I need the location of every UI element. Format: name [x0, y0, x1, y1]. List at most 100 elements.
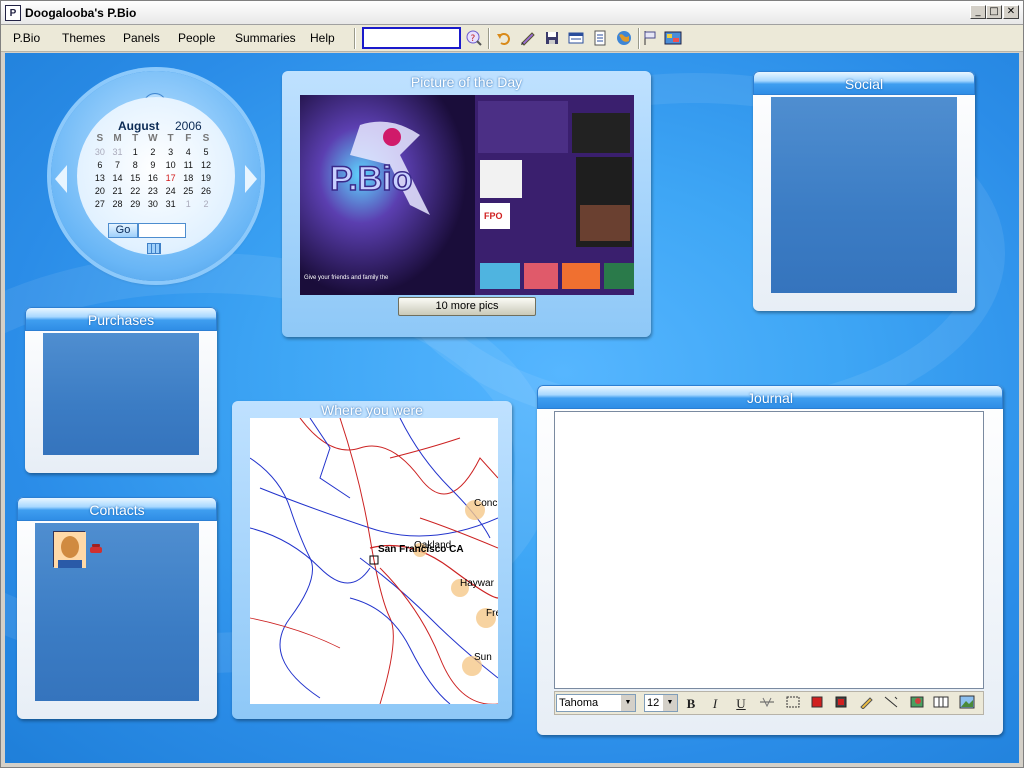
- calendar-go-button[interactable]: Go: [108, 223, 138, 238]
- panel-header[interactable]: Purchases: [25, 307, 217, 331]
- search-help-icon[interactable]: ?: [465, 29, 483, 47]
- globe-icon[interactable]: [615, 29, 633, 47]
- calendar-day[interactable]: 22: [126, 185, 144, 198]
- calendar-day[interactable]: 15: [126, 172, 144, 185]
- minimize-button[interactable]: _: [970, 5, 986, 19]
- layout-icon[interactable]: [567, 29, 585, 47]
- calendar-day[interactable]: 20: [91, 185, 109, 198]
- calendar-weekday: F: [185, 133, 192, 144]
- insert-picture-icon[interactable]: [907, 695, 927, 713]
- calendar-day[interactable]: 18: [179, 172, 197, 185]
- menu-people[interactable]: People: [178, 31, 215, 45]
- calendar-day[interactable]: 1: [179, 198, 197, 211]
- calendar-day[interactable]: 3: [162, 146, 180, 159]
- bold-button[interactable]: B: [681, 695, 701, 713]
- calendar-widget: August 2006 S M T W T F S 30 31 1 2 3 4 5 6 7 8 9 10 11 12 13…: [5, 53, 305, 293]
- calendar-day[interactable]: 13: [91, 172, 109, 185]
- svg-text:FPO: FPO: [484, 211, 503, 221]
- menu-pbio[interactable]: P.Bio: [13, 31, 40, 45]
- pencil-icon[interactable]: [857, 695, 877, 713]
- menu-themes[interactable]: Themes: [62, 31, 105, 45]
- calendar-day[interactable]: 30: [144, 198, 162, 211]
- contact-avatar[interactable]: [53, 531, 86, 568]
- calendar-day[interactable]: 16: [144, 172, 162, 185]
- calendar-date-input[interactable]: [138, 223, 186, 238]
- calendar-day[interactable]: 11: [179, 159, 197, 172]
- toolbar-separator: [488, 28, 490, 49]
- font-size-select[interactable]: 12 ▼: [644, 694, 678, 712]
- calendar-day[interactable]: 23: [144, 185, 162, 198]
- calendar-day[interactable]: 2: [197, 198, 215, 211]
- calendar-day[interactable]: 17: [162, 172, 180, 185]
- calendar-day[interactable]: 25: [179, 185, 197, 198]
- panel-header[interactable]: Journal: [537, 385, 1003, 409]
- calendar-day[interactable]: 31: [109, 146, 127, 159]
- journal-textarea[interactable]: [554, 411, 984, 689]
- edit-icon[interactable]: [519, 29, 537, 47]
- next-month-arrow[interactable]: [245, 165, 257, 193]
- flag-icon[interactable]: [641, 29, 659, 47]
- calendar-day[interactable]: 26: [197, 185, 215, 198]
- calendar-day[interactable]: 4: [179, 146, 197, 159]
- calendar-day[interactable]: 6: [91, 159, 109, 172]
- phone-icon[interactable]: [89, 543, 103, 553]
- select-box-icon[interactable]: [783, 695, 803, 713]
- chevron-down-icon[interactable]: ▼: [621, 695, 635, 711]
- calendar-day[interactable]: 7: [109, 159, 127, 172]
- calendar-week-row: 20 21 22 23 24 25 26: [91, 185, 215, 198]
- menu-panels[interactable]: Panels: [123, 31, 160, 45]
- menu-summaries[interactable]: Summaries: [235, 31, 296, 45]
- picture-of-the-day-image[interactable]: FPO P.Bio Give your friends and family t…: [300, 95, 634, 295]
- panel-title: Purchases: [87, 312, 155, 328]
- panel-header[interactable]: Contacts: [17, 497, 217, 521]
- search-input[interactable]: [362, 27, 461, 49]
- contacts-panel: Contacts: [17, 497, 217, 719]
- calendar-day[interactable]: 8: [126, 159, 144, 172]
- calendar-day[interactable]: 30: [91, 146, 109, 159]
- calendar-day[interactable]: 1: [126, 146, 144, 159]
- calendar-day[interactable]: 24: [162, 185, 180, 198]
- calendar-day[interactable]: 10: [162, 159, 180, 172]
- maximize-button[interactable]: □: [986, 5, 1002, 19]
- title-bar: P Doogalooba's P.Bio _ □ ✕: [1, 1, 1023, 25]
- calendar-day[interactable]: 19: [197, 172, 215, 185]
- calendar-day[interactable]: 5: [197, 146, 215, 159]
- calendar-grid-icon[interactable]: [147, 243, 161, 254]
- calendar-day[interactable]: 31: [162, 198, 180, 211]
- calendar-day[interactable]: 9: [144, 159, 162, 172]
- save-icon[interactable]: [543, 29, 561, 47]
- app-icon: P: [5, 5, 21, 21]
- map-view[interactable]: San Francisco CA Oakland Conc Haywar Fre…: [250, 418, 498, 704]
- calendar-day[interactable]: 2: [144, 146, 162, 159]
- calendar-day[interactable]: 21: [109, 185, 127, 198]
- font-select[interactable]: Tahoma ▼: [556, 694, 636, 712]
- calendar-day[interactable]: 28: [109, 198, 127, 211]
- underline-button[interactable]: U: [731, 695, 751, 713]
- more-pics-button[interactable]: 10 more pics: [398, 297, 536, 316]
- strikethrough-icon[interactable]: [757, 695, 777, 713]
- list-icon[interactable]: [591, 29, 609, 47]
- calendar-day[interactable]: 12: [197, 159, 215, 172]
- panel-header[interactable]: Social: [753, 71, 975, 95]
- calendar-month[interactable]: August: [118, 119, 159, 133]
- image-icon[interactable]: [664, 29, 682, 47]
- insert-image-icon[interactable]: [957, 695, 977, 713]
- calendar-day[interactable]: 27: [91, 198, 109, 211]
- undo-icon[interactable]: [495, 29, 513, 47]
- toolbar-separator: [354, 28, 356, 49]
- menu-help[interactable]: Help: [310, 31, 335, 45]
- prev-month-arrow[interactable]: [55, 165, 67, 193]
- calendar-day[interactable]: 29: [126, 198, 144, 211]
- close-button[interactable]: ✕: [1003, 5, 1019, 19]
- columns-icon[interactable]: [931, 695, 951, 713]
- line-tool-icon[interactable]: [881, 695, 901, 713]
- highlight-color-icon[interactable]: [831, 695, 851, 713]
- italic-button[interactable]: I: [705, 695, 725, 713]
- app-window: P Doogalooba's P.Bio _ □ ✕ P.Bio Themes …: [0, 0, 1024, 768]
- calendar-weekday: S: [96, 133, 104, 144]
- panel-title: Social: [844, 76, 884, 92]
- calendar-year[interactable]: 2006: [175, 119, 202, 133]
- chevron-down-icon[interactable]: ▼: [663, 695, 677, 711]
- calendar-day[interactable]: 14: [109, 172, 127, 185]
- text-color-icon[interactable]: [807, 695, 827, 713]
